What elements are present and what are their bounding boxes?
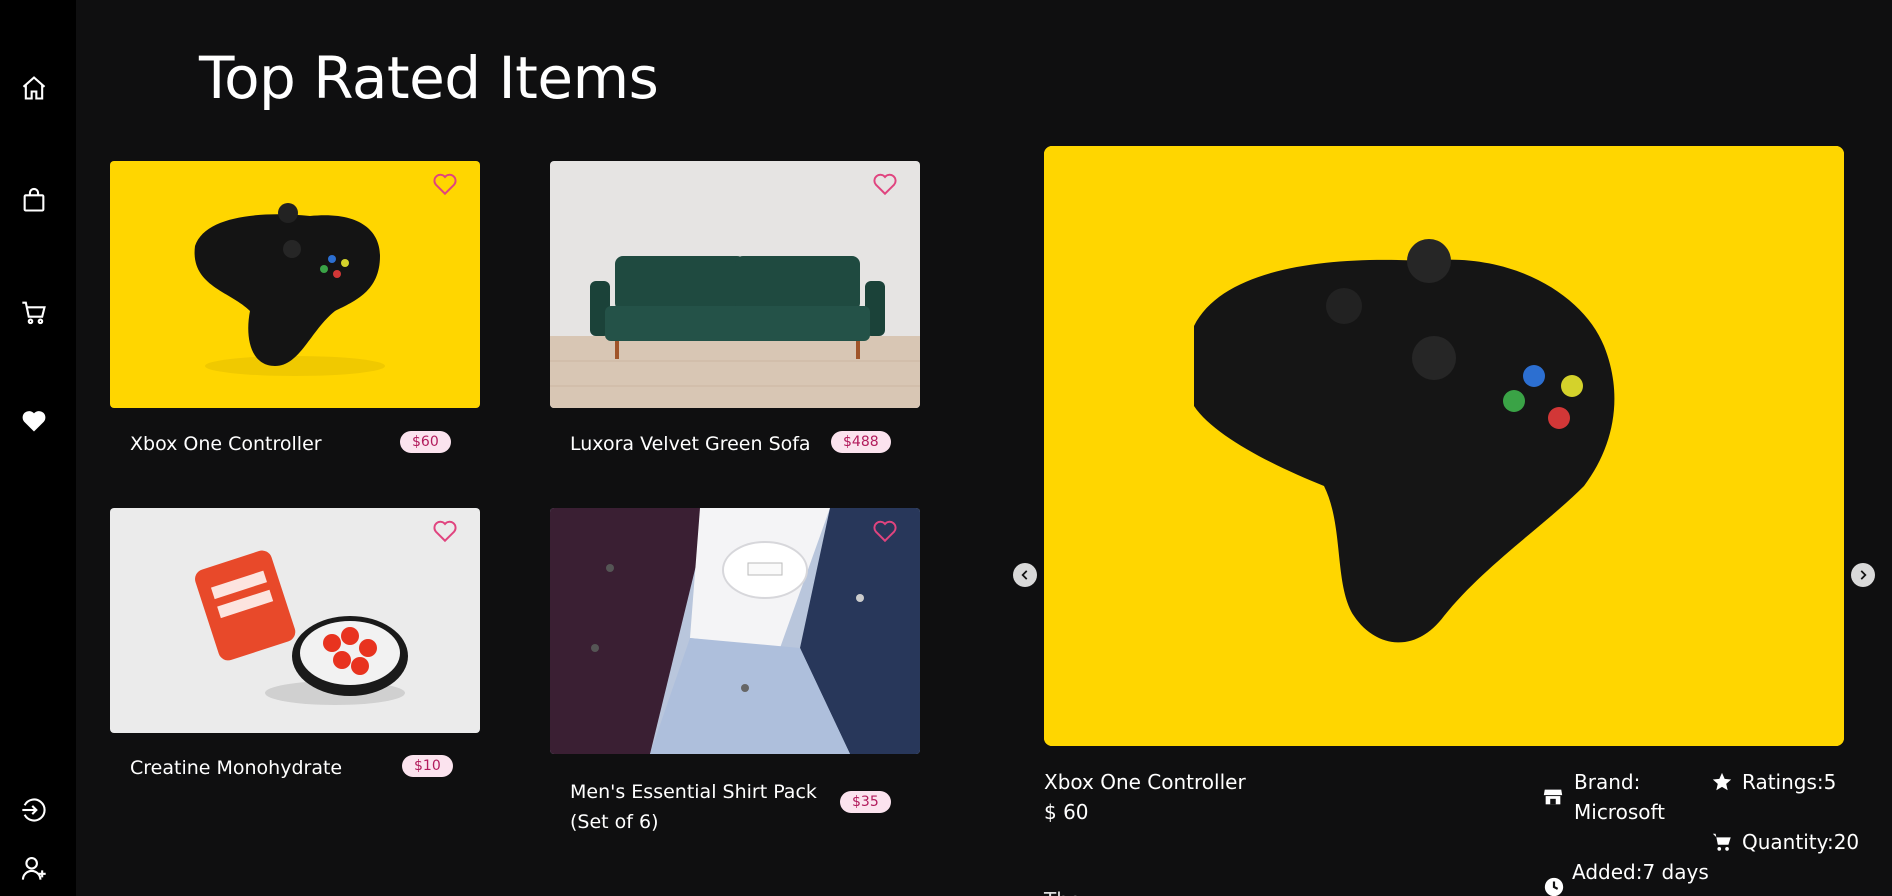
price-badge: $10 bbox=[402, 755, 453, 777]
ratings-text: Ratings:5 bbox=[1742, 770, 1837, 794]
detail-image bbox=[1044, 146, 1844, 746]
carousel-prev-button[interactable] bbox=[1013, 563, 1037, 587]
favorite-heart-icon[interactable] bbox=[872, 518, 898, 544]
page-title: Top Rated Items bbox=[199, 44, 659, 112]
cart-icon bbox=[1711, 831, 1733, 853]
product-card[interactable]: Luxora Velvet Green Sofa $488 bbox=[550, 161, 920, 455]
cart-icon[interactable] bbox=[16, 294, 52, 330]
home-icon[interactable] bbox=[16, 70, 52, 106]
logout-icon[interactable] bbox=[16, 792, 52, 828]
product-card[interactable]: Xbox One Controller $60 bbox=[110, 161, 480, 455]
brand-label: Brand: bbox=[1574, 770, 1641, 794]
favorite-heart-icon[interactable] bbox=[432, 518, 458, 544]
star-icon bbox=[1711, 771, 1733, 793]
sidebar bbox=[0, 0, 76, 896]
added-text: Added:7 days bbox=[1572, 860, 1709, 884]
product-image-green-sofa[interactable] bbox=[550, 161, 920, 408]
product-image-shirt-pack[interactable] bbox=[550, 508, 920, 754]
detail-price: $ 60 bbox=[1044, 800, 1089, 824]
clock-icon bbox=[1543, 876, 1565, 896]
product-image-xbox-controller[interactable] bbox=[110, 161, 480, 408]
carousel-next-button[interactable] bbox=[1851, 563, 1875, 587]
product-name[interactable]: Xbox One Controller bbox=[130, 433, 322, 455]
product-description: The … bbox=[1044, 888, 1108, 896]
product-name[interactable]: Luxora Velvet Green Sofa bbox=[570, 433, 811, 455]
user-add-icon[interactable] bbox=[16, 850, 52, 886]
product-image-creatine[interactable] bbox=[110, 508, 480, 733]
price-badge: $35 bbox=[840, 791, 891, 813]
shopping-bag-icon[interactable] bbox=[16, 182, 52, 218]
favorite-heart-icon[interactable] bbox=[872, 171, 898, 197]
heart-icon[interactable] bbox=[16, 403, 52, 439]
product-card[interactable]: Creatine Monohydrate $10 bbox=[110, 508, 480, 779]
price-badge: $488 bbox=[831, 431, 891, 453]
detail-product-name: Xbox One Controller bbox=[1044, 770, 1246, 794]
brand-value: Microsoft bbox=[1574, 800, 1666, 824]
quantity-text: Quantity:20 bbox=[1742, 830, 1860, 854]
store-icon bbox=[1542, 786, 1564, 808]
product-name[interactable]: Creatine Monohydrate bbox=[130, 757, 342, 779]
favorite-heart-icon[interactable] bbox=[432, 171, 458, 197]
product-name[interactable]: Men's Essential Shirt Pack (Set of 6) bbox=[570, 777, 845, 837]
price-badge: $60 bbox=[400, 431, 451, 453]
product-card[interactable]: Men's Essential Shirt Pack (Set of 6) $3… bbox=[550, 508, 920, 833]
